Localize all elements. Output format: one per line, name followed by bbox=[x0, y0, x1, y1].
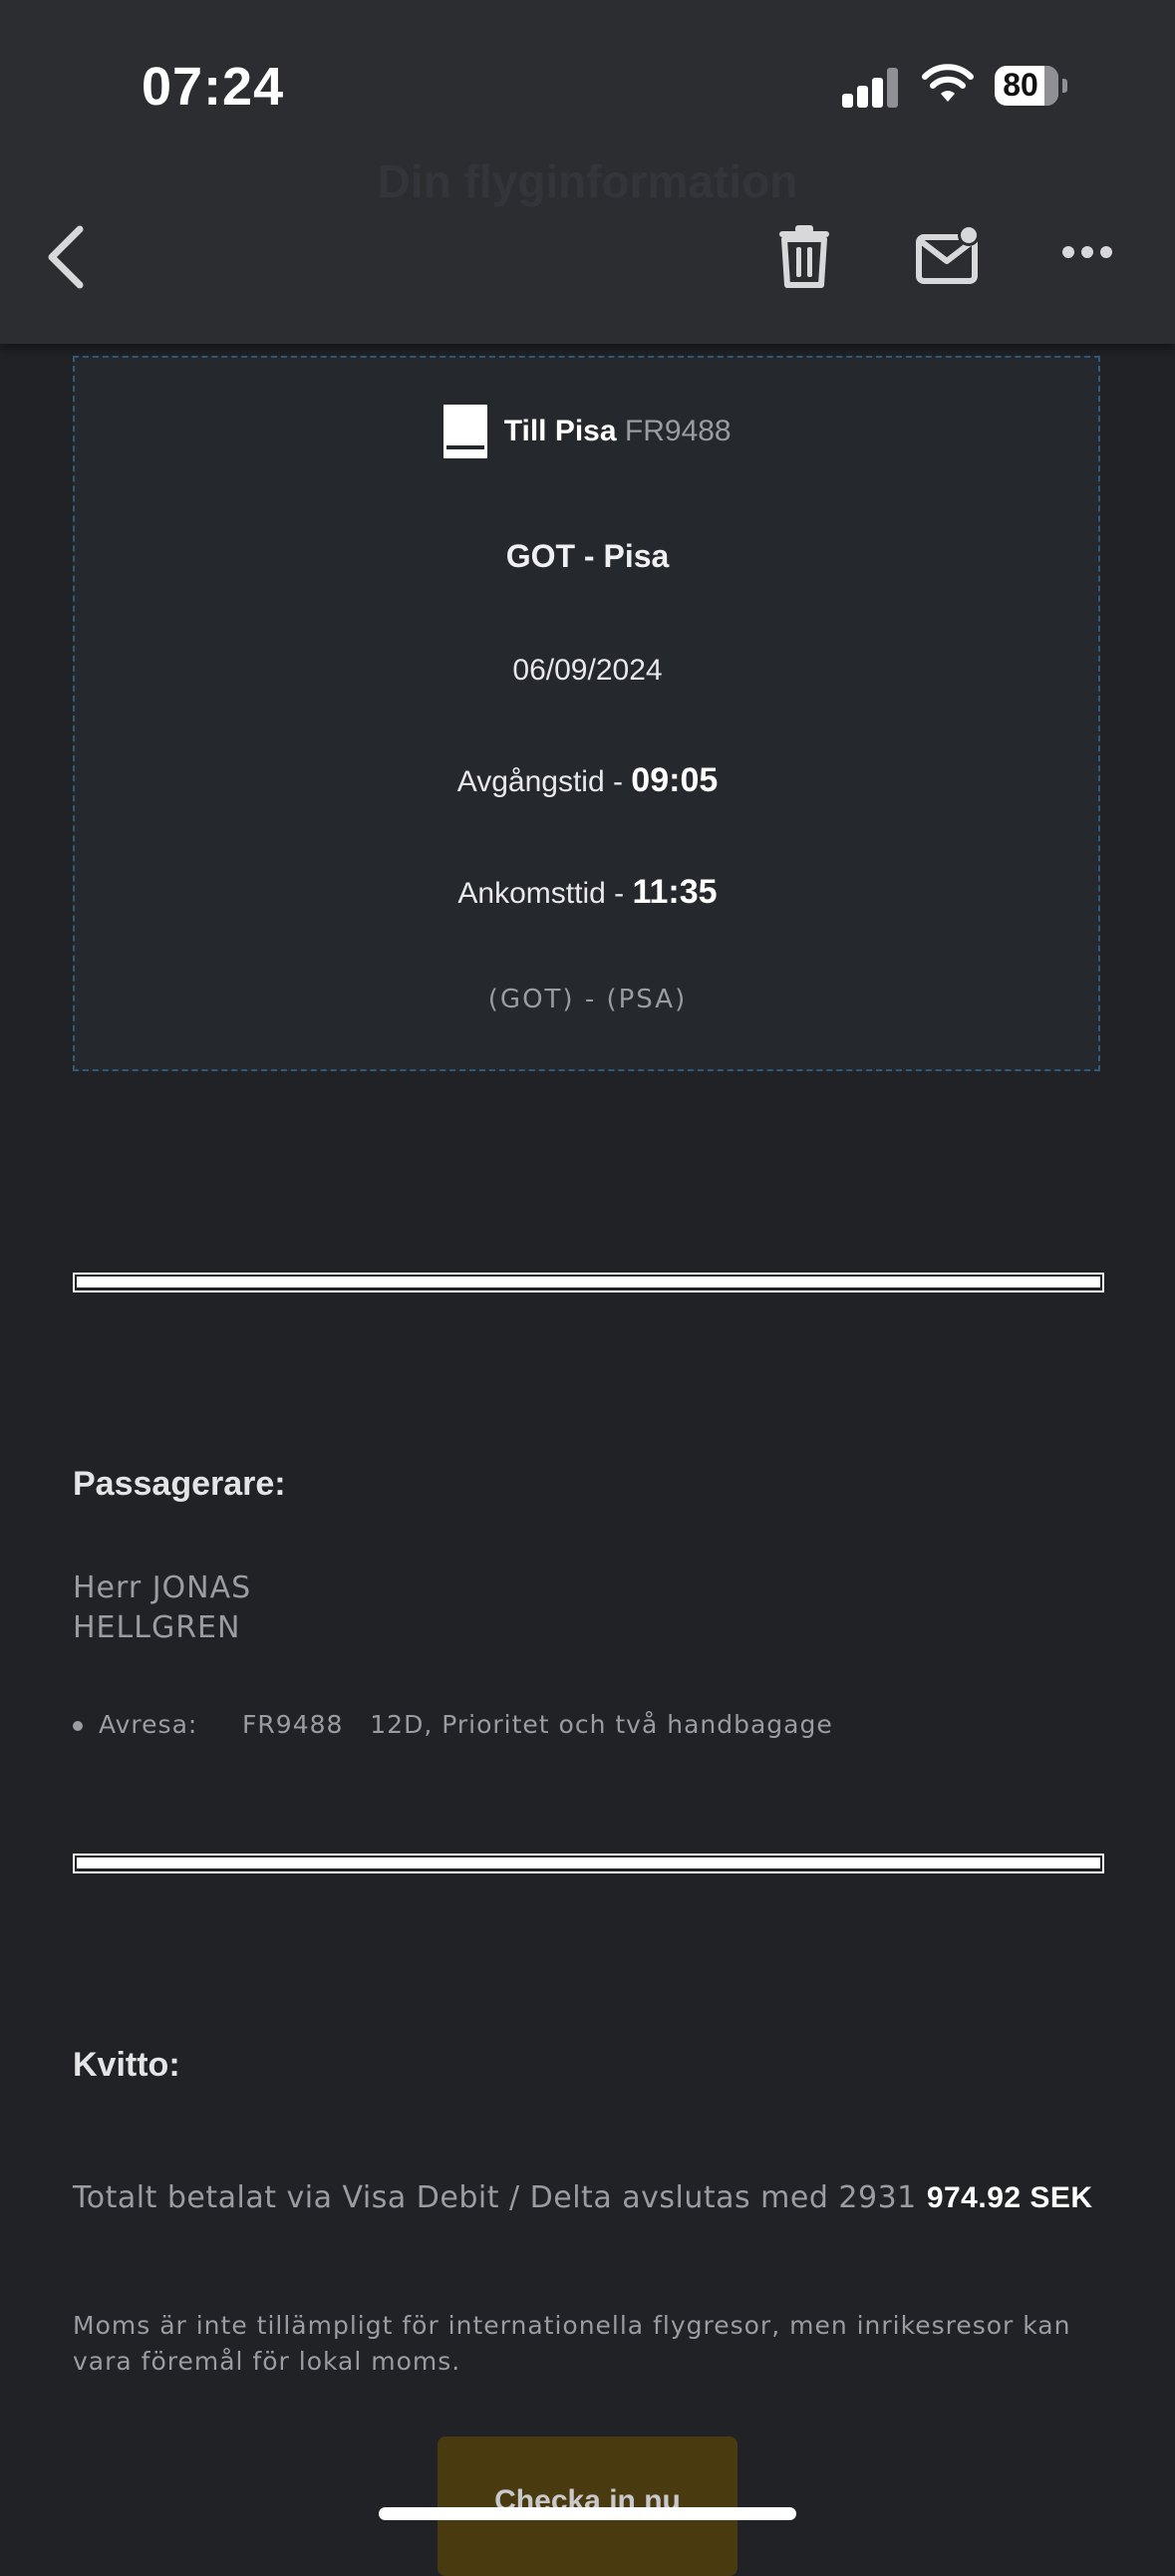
passenger-name: Herr JONAS HELLGREN bbox=[73, 1569, 251, 1648]
divider bbox=[73, 1273, 1104, 1292]
vat-note: Moms är inte tillämpligt för internation… bbox=[73, 2311, 1071, 2376]
top-bar: 07:24 80 Din flyginformation bbox=[0, 0, 1175, 344]
check-in-button[interactable]: Checka in nu bbox=[438, 2436, 737, 2576]
status-time: 07:24 bbox=[142, 57, 285, 117]
passenger-item-text: Avresa: FR9488 12D, Prioritet och två ha… bbox=[99, 1710, 833, 1739]
airport-codes: (GOT) - (PSA) bbox=[487, 985, 688, 1014]
bullet-dot bbox=[73, 1721, 83, 1731]
plane-icon bbox=[443, 405, 488, 458]
destination-label: Till Pisa bbox=[503, 415, 617, 447]
battery-level: 80 bbox=[1003, 67, 1038, 103]
receipt-text: Totalt betalat via Visa Debit / Delta av… bbox=[73, 2180, 927, 2215]
flight-title-row: Till Pisa FR9488 bbox=[0, 405, 1175, 458]
home-indicator[interactable] bbox=[379, 2507, 796, 2520]
flight-number: FR9488 bbox=[624, 415, 732, 447]
wifi-icon bbox=[922, 64, 974, 102]
page-title: Din flyginformation bbox=[377, 155, 798, 207]
passenger-name-line2: HELLGREN bbox=[73, 1610, 241, 1645]
battery-icon: 80 bbox=[995, 66, 1058, 106]
passengers-heading: Passagerare: bbox=[73, 1465, 286, 1503]
trash-icon[interactable] bbox=[773, 223, 835, 289]
signal-icon bbox=[842, 68, 900, 108]
flight-date: 06/09/2024 bbox=[512, 654, 663, 687]
departure-time: 09:05 bbox=[631, 761, 719, 799]
passenger-name-line1: Herr JONAS bbox=[73, 1571, 252, 1605]
passenger-item: Avresa: FR9488 12D, Prioritet och två ha… bbox=[73, 1710, 833, 1739]
back-chevron-icon[interactable] bbox=[40, 221, 100, 293]
flight-route: GOT - Pisa bbox=[505, 538, 670, 574]
receipt-total: Totalt betalat via Visa Debit / Delta av… bbox=[73, 2180, 1104, 2215]
arrival-time: 11:35 bbox=[632, 873, 718, 911]
more-icon[interactable] bbox=[1061, 245, 1113, 259]
departure-label: Avgångstid - bbox=[456, 765, 632, 798]
arrival-row: Ankomsttid - 11:35 bbox=[0, 873, 1175, 912]
divider bbox=[73, 1854, 1104, 1873]
flight-card bbox=[73, 356, 1100, 1071]
departure-row: Avgångstid - 09:05 bbox=[0, 761, 1175, 800]
receipt-amount: 974.92 SEK bbox=[926, 2181, 1093, 2214]
receipt-heading: Kvitto: bbox=[73, 2046, 180, 2084]
battery-tip bbox=[1062, 79, 1067, 93]
mail-unread-icon[interactable] bbox=[915, 223, 985, 289]
arrival-label: Ankomsttid - bbox=[457, 877, 633, 910]
